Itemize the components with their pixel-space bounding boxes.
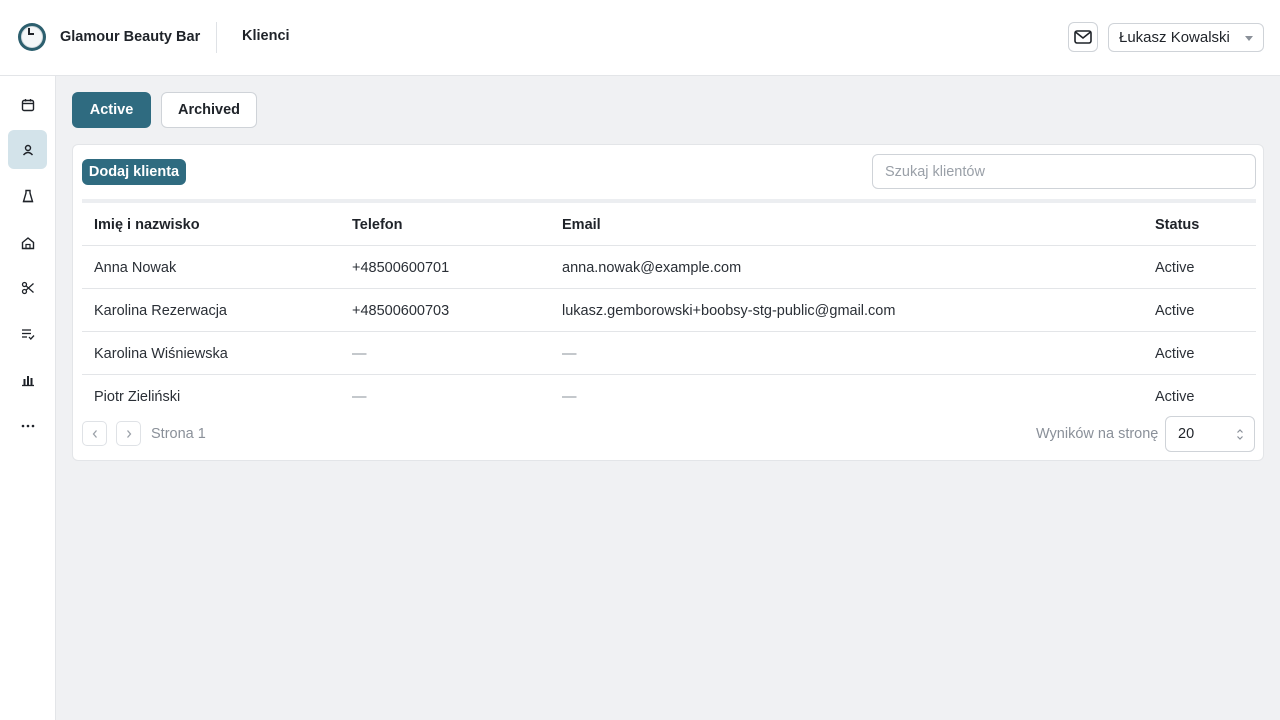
table-row[interactable]: Karolina Wiśniewska — — Active	[82, 332, 1256, 375]
prev-page-button[interactable]	[82, 421, 107, 446]
cell-status: Active	[1155, 303, 1195, 319]
sidebar-item-calendar[interactable]	[8, 85, 47, 124]
clients-card: Dodaj klienta Imię i nazwisko Telefon Em…	[72, 144, 1264, 461]
user-menu-button[interactable]: Łukasz Kowalski	[1108, 23, 1264, 52]
cell-status: Active	[1155, 346, 1195, 362]
per-page-select[interactable]: 20	[1165, 416, 1255, 452]
more-icon	[21, 424, 34, 427]
sidebar-item-reports[interactable]	[8, 360, 47, 399]
cell-phone: —	[352, 389, 367, 405]
cell-phone: —	[352, 346, 367, 362]
sidebar-item-more[interactable]	[8, 406, 47, 445]
mail-icon	[1074, 30, 1092, 44]
sidebar-item-products[interactable]	[8, 176, 47, 215]
chevron-down-icon	[1245, 36, 1253, 41]
user-name: Łukasz Kowalski	[1119, 29, 1230, 46]
checklist-icon	[21, 328, 34, 340]
sidebar-item-services[interactable]	[8, 268, 47, 307]
cell-phone: +48500600701	[352, 260, 450, 276]
brand-name: Glamour Beauty Bar	[60, 29, 201, 45]
next-page-button[interactable]	[116, 421, 141, 446]
cell-status: Active	[1155, 260, 1195, 276]
column-header-status[interactable]: Status	[1155, 217, 1199, 233]
cell-name: Karolina Wiśniewska	[94, 346, 228, 362]
cell-email: anna.nowak@example.com	[562, 260, 742, 276]
chevron-right-icon	[126, 429, 131, 438]
sidebar-item-tasks[interactable]	[8, 314, 47, 353]
tab-archived[interactable]: Archived	[161, 92, 257, 128]
per-page-label: Wyników na stronę	[1036, 426, 1159, 442]
bar-chart-icon	[21, 375, 34, 386]
column-header-phone[interactable]: Telefon	[352, 217, 402, 233]
products-icon	[22, 189, 33, 202]
tab-active[interactable]: Active	[72, 92, 151, 128]
header-divider	[216, 22, 217, 53]
clock-logo-icon	[18, 23, 46, 51]
table-row[interactable]: Karolina Rezerwacja +48500600703 lukasz.…	[82, 289, 1256, 332]
sidebar-item-salon[interactable]	[8, 223, 47, 262]
cell-phone: +48500600703	[352, 303, 450, 319]
cell-email: —	[562, 389, 577, 405]
table-row[interactable]: Piotr Zieliński — — Active	[82, 375, 1256, 418]
column-header-email[interactable]: Email	[562, 217, 601, 233]
top-bar: Glamour Beauty Bar Klienci Łukasz Kowals…	[0, 0, 1280, 76]
sidebar	[0, 76, 56, 720]
up-down-chevron-icon	[1237, 429, 1243, 440]
column-header-name[interactable]: Imię i nazwisko	[94, 217, 200, 233]
per-page-value: 20	[1178, 426, 1195, 442]
table-row[interactable]: Anna Nowak +48500600701 anna.nowak@examp…	[82, 246, 1256, 289]
cell-status: Active	[1155, 389, 1195, 405]
messages-button[interactable]	[1068, 22, 1098, 52]
calendar-icon	[21, 98, 34, 111]
scissors-icon	[21, 281, 34, 294]
home-icon	[21, 236, 34, 249]
add-client-button[interactable]: Dodaj klienta	[82, 159, 186, 185]
cell-name: Karolina Rezerwacja	[94, 303, 227, 319]
page-indicator: Strona 1	[151, 426, 206, 442]
cell-email: lukasz.gemborowski+boobsy-stg-public@gma…	[562, 303, 896, 319]
cell-email: —	[562, 346, 577, 362]
table-header: Imię i nazwisko Telefon Email Status	[82, 203, 1256, 246]
clients-icon	[22, 144, 33, 155]
chevron-left-icon	[92, 429, 97, 438]
cell-name: Anna Nowak	[94, 260, 177, 276]
cell-name: Piotr Zieliński	[94, 389, 181, 405]
page-title: Klienci	[242, 28, 290, 44]
sidebar-item-clients[interactable]	[8, 130, 47, 169]
search-input[interactable]	[872, 154, 1256, 189]
